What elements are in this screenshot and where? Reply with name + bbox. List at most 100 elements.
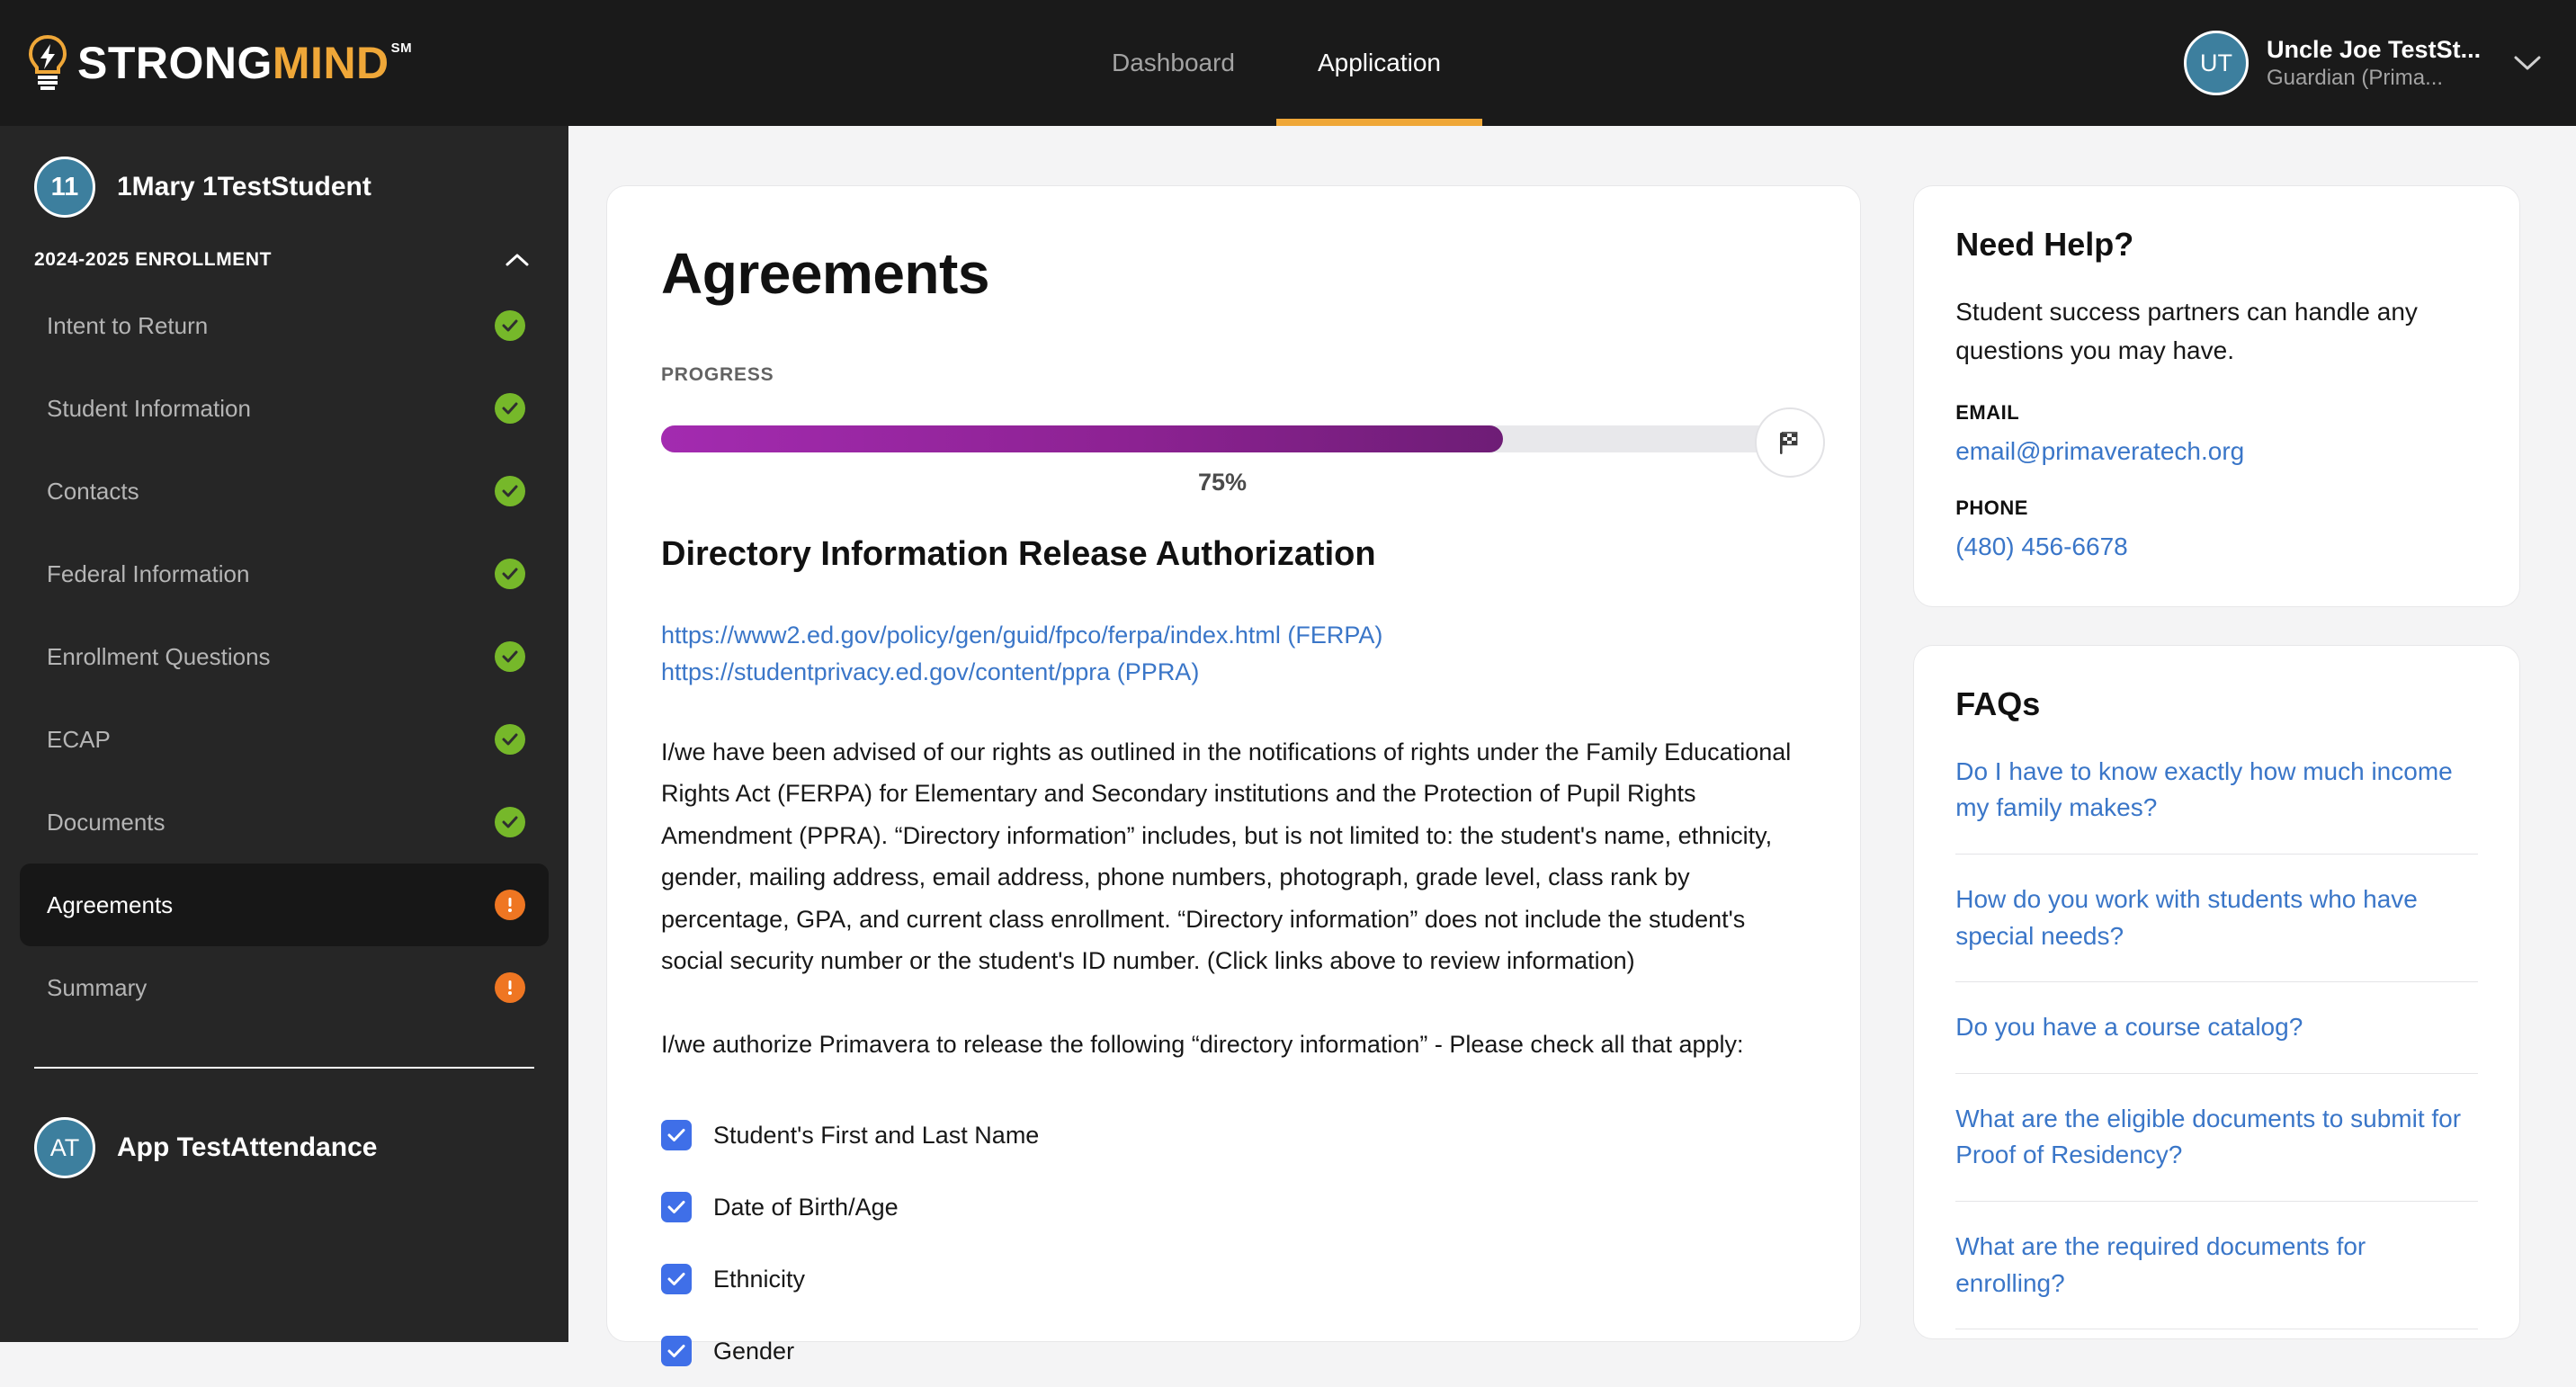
checkbox-label: Student's First and Last Name <box>713 1121 1040 1149</box>
student-badge: 11 <box>34 157 95 218</box>
user-display-name: Uncle Joe TestSt... <box>2267 35 2482 63</box>
checkbox-label: Ethnicity <box>713 1265 806 1293</box>
faq-item[interactable]: What are the required documents for enro… <box>1955 1202 2478 1330</box>
status-complete-icon <box>495 724 525 755</box>
sidebar-item-label: Agreements <box>47 890 174 918</box>
rights-paragraph: I/we have been advised of our rights as … <box>661 738 1792 975</box>
sidebar-item-label: Intent to Return <box>47 311 209 339</box>
checkered-flag-icon <box>1755 407 1825 478</box>
sidebar-item-documents[interactable]: Documents <box>20 781 549 864</box>
ppra-link[interactable]: https://studentprivacy.ed.gov/content/pp… <box>661 654 1806 691</box>
checkbox-label: Gender <box>713 1337 795 1365</box>
sidebar-item-label: Student Information <box>47 394 251 422</box>
nav-tab-application-label: Application <box>1317 49 1441 76</box>
checkbox-gender[interactable] <box>661 1336 692 1367</box>
user-menu[interactable]: UT Uncle Joe TestSt... Guardian (Prima..… <box>2184 0 2545 126</box>
sidebar-footer-avatar-initials: AT <box>49 1133 80 1161</box>
checkbox-students-first-and-last-name[interactable] <box>661 1120 692 1151</box>
sidebar-item-agreements[interactable]: Agreements <box>20 864 549 946</box>
status-complete-icon <box>495 641 525 672</box>
checkbox-date-of-birth-age[interactable] <box>661 1192 692 1223</box>
status-complete-icon <box>495 310 525 341</box>
nav-tab-dashboard[interactable]: Dashboard <box>1070 0 1276 126</box>
page-title: Agreements <box>661 241 989 306</box>
status-complete-icon <box>495 476 525 506</box>
sidebar-footer-user[interactable]: AT App TestAttendance <box>0 1069 568 1178</box>
progress-fill <box>661 425 1503 452</box>
checkbox-ethnicity[interactable] <box>661 1264 692 1295</box>
faqs-title: FAQs <box>1955 685 2041 722</box>
logo-mind-text: MIND <box>272 38 389 88</box>
status-alert-icon <box>495 890 525 920</box>
sidebar-item-label: Federal Information <box>47 559 250 587</box>
faqs-card: FAQs Do I have to know exactly how much … <box>1913 644 2520 1340</box>
right-rail: Need Help? Student success partners can … <box>1913 185 2520 1342</box>
ferpa-link[interactable]: https://www2.ed.gov/policy/gen/guid/fpco… <box>661 617 1806 654</box>
nav-tab-dashboard-label: Dashboard <box>1112 49 1235 76</box>
checkbox-row: Student's First and Last Name <box>661 1099 1806 1171</box>
sidebar-section-title: 2024-2025 ENROLLMENT <box>34 249 273 270</box>
faq-item[interactable]: Do you have a course catalog? <box>1955 982 2478 1074</box>
student-badge-value: 11 <box>50 172 79 201</box>
progress-track <box>661 425 1784 452</box>
sidebar-item-label: Contacts <box>47 477 139 505</box>
agreements-card: Agreements PROGRESS 75% Directory Inform… <box>606 185 1862 1367</box>
email-label: EMAIL <box>1955 400 2020 424</box>
faq-item[interactable]: Do I have to know exactly how much incom… <box>1955 723 2478 855</box>
section-heading: Directory Information Release Authorizat… <box>661 535 1376 573</box>
checkbox-label: Date of Birth/Age <box>713 1193 899 1221</box>
main-content-area: Agreements PROGRESS 75% Directory Inform… <box>568 126 2576 1367</box>
status-complete-icon <box>495 559 525 589</box>
need-help-card: Need Help? Student success partners can … <box>1913 185 2520 607</box>
sidebar-item-federal-information[interactable]: Federal Information <box>20 532 549 615</box>
support-phone-link[interactable]: (480) 456-6678 <box>1955 532 2478 561</box>
sidebar-nav-list: Intent to Return Student Information Con… <box>0 284 568 1029</box>
logo-strong-text: STRONG <box>77 38 273 88</box>
progress-bar: 75% <box>661 407 1825 496</box>
checkbox-row: Gender <box>661 1315 1806 1387</box>
phone-label: PHONE <box>1955 496 2028 519</box>
sidebar-student-header[interactable]: 11 1Mary 1TestStudent <box>0 126 568 237</box>
primary-navigation: Dashboard Application <box>1070 0 1482 126</box>
strongmind-logo[interactable]: STRONG MIND SM <box>27 35 412 91</box>
status-complete-icon <box>495 393 525 424</box>
sidebar-item-contacts[interactable]: Contacts <box>20 450 549 532</box>
logo-sm-mark: SM <box>390 40 413 56</box>
faq-item[interactable]: What are the eligible documents to submi… <box>1955 1074 2478 1202</box>
support-email-link[interactable]: email@primaveratech.org <box>1955 437 2478 466</box>
faq-item[interactable]: How do you work with students who have s… <box>1955 855 2478 983</box>
enrollment-sidebar: 11 1Mary 1TestStudent 2024-2025 ENROLLME… <box>0 126 568 1342</box>
directory-info-checkbox-group: Student's First and Last Name Date of Bi… <box>661 1099 1806 1387</box>
sidebar-item-ecap[interactable]: ECAP <box>20 698 549 781</box>
lightbulb-icon <box>27 35 68 91</box>
top-header-bar: STRONG MIND SM Dashboard Application UT Un… <box>0 0 2576 126</box>
progress-percent-text: 75% <box>1197 469 1248 496</box>
sidebar-item-intent-to-return[interactable]: Intent to Return <box>20 284 549 367</box>
sidebar-item-label: Enrollment Questions <box>47 642 271 670</box>
sidebar-item-enrollment-questions[interactable]: Enrollment Questions <box>20 615 549 698</box>
chevron-down-icon[interactable] <box>2509 45 2545 81</box>
user-avatar: UT <box>2184 31 2249 95</box>
checkbox-row: Date of Birth/Age <box>661 1171 1806 1243</box>
user-role-label: Guardian (Prima... <box>2267 65 2444 90</box>
authorize-paragraph: I/we authorize Primavera to release the … <box>661 1030 1744 1058</box>
student-name: 1Mary 1TestStudent <box>117 172 371 201</box>
sidebar-item-label: ECAP <box>47 725 111 753</box>
nav-tab-application[interactable]: Application <box>1275 0 1482 126</box>
status-alert-icon <box>495 972 525 1003</box>
sidebar-item-summary[interactable]: Summary <box>20 946 549 1029</box>
progress-label: PROGRESS <box>661 364 774 385</box>
need-help-description: Student success partners can handle any … <box>1955 298 2418 365</box>
sidebar-item-label: Summary <box>47 973 148 1001</box>
sidebar-section-header[interactable]: 2024-2025 ENROLLMENT <box>0 237 568 284</box>
checkbox-row: Ethnicity <box>661 1243 1806 1315</box>
reference-links: https://www2.ed.gov/policy/gen/guid/fpco… <box>661 617 1806 690</box>
sidebar-item-student-information[interactable]: Student Information <box>20 367 549 450</box>
sidebar-item-label: Documents <box>47 808 165 836</box>
status-complete-icon <box>495 807 525 837</box>
logo-wordmark: STRONG MIND SM <box>77 37 412 89</box>
chevron-up-icon[interactable] <box>502 245 532 275</box>
sidebar-footer-user-name: App TestAttendance <box>117 1132 378 1162</box>
user-identity: Uncle Joe TestSt... Guardian (Prima... <box>2267 36 2491 91</box>
user-avatar-initials: UT <box>2200 49 2232 76</box>
